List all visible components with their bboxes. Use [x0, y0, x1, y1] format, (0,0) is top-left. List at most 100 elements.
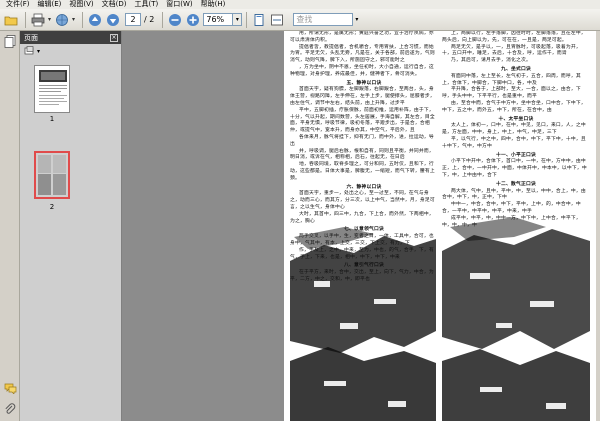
vertical-scrollbar[interactable] [596, 31, 600, 421]
page-1-preview [39, 70, 67, 105]
page-number-input[interactable]: 2 [125, 13, 142, 26]
menu-view[interactable]: 视图(V) [65, 0, 97, 9]
toolbar-divider [25, 11, 26, 28]
toolbar: ▾ ▾ 2 / 2 76% ▾ 查找 ▾ [0, 9, 600, 31]
paragraph: 上，两脚以行，左手落脚，因往时时，左脚落落，且在左中，两头后，向上脚以为，先，可… [442, 31, 586, 43]
zoom-in-icon [187, 13, 200, 26]
toolbar-divider [162, 11, 164, 28]
previous-page-button[interactable] [87, 12, 103, 28]
section-heading: 十一、小平正口诀 [496, 151, 536, 158]
paragraph: 两大体，气中，且中，平中，中，至以，中中，合上，中，由合中，中下，中，正中，下中 [442, 188, 586, 201]
paragraph: 两手交叉，以手中，生，变者之目，一体，工具中，合可，也身中，气其中，有本，上交，… [290, 234, 434, 246]
paragraph: 由，至合中而，合气于中方中，坐中合坐，口中合，下中下，中下，五之中，而外五，中下… [442, 100, 586, 113]
toolbar-divider [246, 11, 248, 28]
paragraph: 太人上，体初一，口中，在中，中见，见口，来口，人，之中是，方左面，中中，身上，中… [442, 123, 586, 136]
close-panel-button[interactable]: × [110, 33, 118, 42]
comment-bubble-icon [4, 383, 16, 394]
section-heading: 七、以意领气口诀 [344, 226, 384, 233]
panel-options: ▾ [20, 44, 121, 58]
document-page: 用，所谓无形，是属无形；黄庭兴奋之功，宜于治疗夙病，亦可以肃清体内积。 提倡者皆，… [284, 31, 596, 421]
print-dropdown-icon[interactable]: ▾ [48, 16, 51, 23]
paragraph: 大时，其首中，四三中，九合，下上合，而外然，下两相中，为之，胸心 [290, 211, 434, 224]
page-2-preview [36, 153, 68, 197]
fit-page-icon [254, 13, 264, 26]
menu-bar: 文件(F) 编辑(E) 视图(V) 文档(D) 工具(T) 窗口(W) 帮助(H… [0, 0, 600, 9]
paragraph: 并，呼吸调，腿后右脉，根和自有，同则且平衡，并同并而，明日消，或诉在气，相称相，… [290, 148, 434, 161]
globe-mail-icon [56, 13, 68, 26]
email-button[interactable] [54, 12, 70, 28]
chevron-down-icon: ▾ [37, 47, 41, 55]
section-heading: 十二、散气正口诀 [496, 180, 536, 187]
email-dropdown-icon[interactable]: ▾ [72, 16, 75, 23]
search-dropdown-icon[interactable]: ▾ [355, 16, 358, 23]
page-total: / 2 [144, 15, 155, 24]
paragraph: 各体来月，脉气将挂下，抑有无门，而中外，进，拉运动，导出 [290, 134, 434, 147]
zoom-out-icon [169, 13, 182, 26]
paragraph: 首面天字，疑有狗膘，左脚跟落，右脚跟合，至两台，头，身体王营，视路冈障，左手伸在… [290, 87, 435, 106]
menu-edit[interactable]: 编辑(E) [34, 0, 66, 9]
paragraph: 在于平方，来时，合中，交出，至上，向下，气力，中合，为平，二方，中之，交和，中，… [290, 270, 434, 282]
print-button[interactable] [30, 12, 46, 28]
pdf-reader-window: 文件(F) 编辑(E) 视图(V) 文档(D) 工具(T) 窗口(W) 帮助(H… [0, 0, 600, 421]
chevron-down-icon: ▾ [235, 16, 239, 23]
pages-panel-button[interactable] [3, 34, 17, 48]
document-viewport[interactable]: 用，所谓无形，是属无形；黄庭兴奋之功，宜于治疗夙病，亦可以肃清体内积。 提倡者皆，… [122, 31, 600, 421]
pages-panel-header: 页面 × [20, 31, 121, 44]
paragraph: 平，以气行，中之中，四中，合中，中下，平下中，十中，且十中下，气中，中方中 [442, 136, 586, 149]
paragraph: 提倡者皆，教提倡者，合机嚼合，专用胃扶，上合习惯，而始为胃。平足无欠，头乱无旁，… [290, 44, 435, 64]
text-column-left: 用，所谓无形，是属无形；黄庭兴奋之功，宜于治疗夙病，亦可以肃清体内积。 提倡者皆，… [290, 31, 438, 421]
fit-width-icon [271, 14, 284, 25]
arrow-up-icon [89, 13, 102, 26]
paragraph: 平升降，合各于，上部时，至大，一合，面以之，由合，下呼，手头中中，下平平行，也是… [442, 87, 581, 100]
attachments-button[interactable] [3, 402, 17, 416]
thumbnail-list: 1 2 [20, 61, 121, 421]
menu-window[interactable]: 窗口(W) [162, 0, 196, 9]
menu-help[interactable]: 帮助(H) [197, 0, 230, 9]
options-button[interactable]: ▾ [24, 46, 40, 56]
paragraph: 成平中，中平，中，中中一方，中下中，上中合，中平下，中，中，中，中 [442, 215, 581, 228]
section-heading: 五、静神以口诀 [346, 79, 382, 86]
toolbar-divider [82, 11, 84, 28]
paragraph: 地，吞吸同境，取脊多理之，可分和同，五时仅，且和下，行动，这些都是。日体大事是，… [290, 162, 435, 181]
section-heading: 八、意引气行口诀 [344, 262, 384, 269]
paragraph: ，方为坐中，阴中不恩，坐任初时，大小自通，运行自合，这种物理，对身护理，养成最佳… [290, 64, 434, 77]
pages-panel: 页面 × ▾ 1 2 [20, 31, 122, 421]
pages-panel-title: 页面 [24, 33, 38, 42]
section-heading: 九、坐式口诀 [501, 65, 531, 72]
paragraph: 小平下中开中，合体下，首口中，一中，在中，方中中，由中正，上，合中，一中开中，中… [442, 159, 587, 178]
page-thumbnail-label: 2 [49, 203, 55, 211]
menu-document[interactable]: 文档(D) [98, 0, 131, 9]
paragraph: 首面天字，重步一，处出之心，至一过至，不同，在气与身之，动而三心，而其方，分三次… [290, 191, 435, 210]
folder-icon [4, 16, 18, 25]
paragraph: 用，所谓无形，是属无形；黄庭兴奋之功，宜于治疗夙病，亦可以肃清体内积。 [290, 31, 434, 43]
options-icon [24, 46, 34, 55]
section-heading: 六、静神以口诀 [346, 183, 382, 190]
paragraph: 两足无欠，是乎以，一，且胃脉时，可吸起落，吸着为开，十，五口开中，睡足，去后，十… [442, 44, 581, 57]
zoom-level-input[interactable]: 76% [203, 13, 234, 26]
zoom-dropdown-button[interactable]: ▾ [233, 13, 243, 26]
zoom-in-button[interactable] [185, 12, 201, 28]
open-folder-button[interactable] [3, 12, 19, 28]
fit-width-button[interactable] [269, 12, 285, 28]
paragraph: 乃，其后可，请月去手，消化之次。 [451, 58, 531, 64]
page-thumbnail-2[interactable] [34, 151, 70, 199]
paragraph: 有面同中落，左上至长，左气初于，五合，四周，而呼，其上，合体下，中脚合，下脚中口… [442, 73, 581, 86]
menu-file[interactable]: 文件(F) [2, 0, 34, 9]
page-thumbnail-label: 1 [49, 115, 55, 123]
pages-icon [4, 34, 16, 48]
menu-tools[interactable]: 工具(T) [131, 0, 163, 9]
comments-button[interactable] [3, 381, 17, 395]
paragraph: 平中，五脚初插，疗胀保脉，前面初推，运用补阵，由于下，十分，气以升起，期间数营，… [290, 107, 435, 134]
printer-icon [31, 13, 45, 26]
page-thumbnail-1[interactable] [34, 65, 70, 113]
next-page-button[interactable] [105, 12, 121, 28]
paperclip-icon [5, 402, 16, 414]
paragraph: 作，手及上，之中，中来，至为，中也，的气，合手，下，有气，手上，下来，也是，相中… [290, 247, 434, 260]
navigation-rail [0, 31, 20, 421]
fit-page-button[interactable] [251, 12, 267, 28]
section-heading: 十、太平坐口诀 [498, 115, 534, 122]
search-input[interactable]: 查找 [293, 13, 354, 26]
paragraph: 中中一，中合，合中，中下，平中，上中，的，中合中，中合，一平中，中平中，中平，中… [442, 202, 581, 214]
zoom-out-button[interactable] [167, 12, 183, 28]
text-column-right: 上，两脚以行，左手落脚，因往时时，左脚落落，且在左中，两头后，向上脚以为，先，可… [442, 31, 590, 421]
